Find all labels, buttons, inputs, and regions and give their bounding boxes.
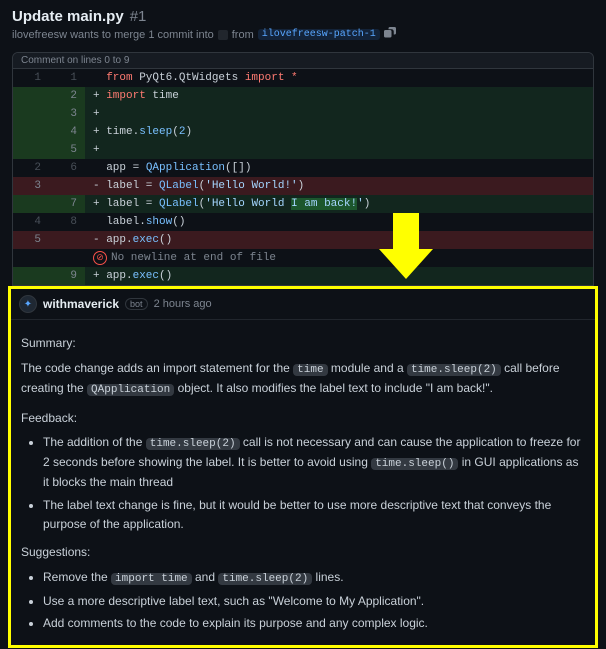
pr-title[interactable]: Update main.py (12, 8, 124, 25)
pr-number: #1 (130, 8, 147, 25)
comment-timestamp[interactable]: 2 hours ago (154, 298, 212, 310)
code-chip: import time (111, 573, 192, 585)
suggestions-label: Suggestions: (21, 543, 585, 562)
line-number-new[interactable]: 2 (49, 87, 85, 105)
code-cell[interactable]: app = QApplication([]) (85, 159, 593, 177)
diff-row[interactable]: 9+ app.exec() (13, 267, 593, 285)
diff-row[interactable]: 11 from PyQt6.QtWidgets import * (13, 69, 593, 87)
line-number-new[interactable]: 8 (49, 213, 85, 231)
line-number-new[interactable]: 4 (49, 123, 85, 141)
line-number-old[interactable] (13, 195, 49, 213)
code-chip: QApplication (87, 384, 174, 396)
no-newline-text: No newline at end of file (111, 249, 276, 267)
line-number-new[interactable]: 6 (49, 159, 85, 177)
code-cell[interactable]: + time.sleep(2) (85, 123, 593, 141)
line-number-new[interactable]: 9 (49, 267, 85, 285)
copy-icon[interactable] (384, 27, 396, 42)
line-number-old[interactable] (13, 87, 49, 105)
code-cell[interactable]: - app.exec() (85, 231, 593, 249)
merge-text-from: from (232, 29, 254, 41)
code-cell[interactable]: - label = QLabel('Hello World!') (85, 177, 593, 195)
suggestions-list: Remove the import time and time.sleep(2)… (43, 568, 585, 633)
list-item: Remove the import time and time.sleep(2)… (43, 568, 585, 588)
line-number-old[interactable]: 4 (13, 213, 49, 231)
diff-row[interactable]: 48 label.show() (13, 213, 593, 231)
diff-row[interactable]: 4+ time.sleep(2) (13, 123, 593, 141)
list-item: The label text change is fine, but it wo… (43, 496, 585, 533)
merge-description: ilovefreesw wants to merge 1 commit into… (12, 27, 594, 42)
comment-header: ✦ withmaverick bot 2 hours ago (11, 289, 595, 320)
pr-header: Update main.py #1 ilovefreesw wants to m… (0, 0, 606, 46)
annotation-arrow (379, 213, 433, 283)
code-cell[interactable]: + import time (85, 87, 593, 105)
code-chip: time.sleep(2) (407, 364, 501, 376)
line-number-new[interactable] (49, 231, 85, 249)
diff-table: 11 from PyQt6.QtWidgets import *2+ impor… (13, 69, 593, 285)
code-cell[interactable]: from PyQt6.QtWidgets import * (85, 69, 593, 87)
line-number-old[interactable]: 1 (13, 69, 49, 87)
code-cell[interactable]: label.show() (85, 213, 593, 231)
code-chip: time.sleep(2) (146, 438, 240, 450)
feedback-list: The addition of the time.sleep(2) call i… (43, 433, 585, 533)
summary-text: The code change adds an import statement… (21, 359, 585, 399)
merge-text-prefix: ilovefreesw wants to merge 1 commit into (12, 29, 214, 41)
diff-row[interactable]: 26 app = QApplication([]) (13, 159, 593, 177)
code-chip: time.sleep(2) (218, 573, 312, 585)
code-cell[interactable]: + app.exec() (85, 267, 593, 285)
line-number-new[interactable]: 1 (49, 69, 85, 87)
code-chip: time.sleep() (371, 458, 458, 470)
line-number-new[interactable] (49, 177, 85, 195)
feedback-label: Feedback: (21, 409, 585, 428)
diff-row[interactable]: ⊘ No newline at end of file (13, 249, 593, 267)
line-number-new[interactable]: 7 (49, 195, 85, 213)
comment-body: Summary: The code change adds an import … (11, 320, 595, 645)
bot-badge: bot (125, 298, 148, 310)
comment-author[interactable]: withmaverick (43, 297, 119, 311)
line-number-old[interactable]: 2 (13, 159, 49, 177)
no-newline-icon: ⊘ (93, 251, 107, 265)
line-number-old[interactable]: 3 (13, 177, 49, 195)
code-cell[interactable]: + (85, 105, 593, 123)
line-number-old[interactable] (13, 141, 49, 159)
diff-row[interactable]: 2+ import time (13, 87, 593, 105)
line-number-old[interactable] (13, 105, 49, 123)
list-item: The addition of the time.sleep(2) call i… (43, 433, 585, 492)
line-number-old[interactable] (13, 123, 49, 141)
summary-label: Summary: (21, 334, 585, 353)
line-number-old[interactable]: 5 (13, 231, 49, 249)
base-branch-chip[interactable] (218, 30, 228, 40)
code-cell[interactable]: + (85, 141, 593, 159)
code-cell[interactable]: + label = QLabel('Hello World I am back!… (85, 195, 593, 213)
diff-row[interactable]: 7+ label = QLabel('Hello World I am back… (13, 195, 593, 213)
diff-row[interactable]: 3 - label = QLabel('Hello World!') (13, 177, 593, 195)
code-chip: time (293, 364, 327, 376)
list-item: Use a more descriptive label text, such … (43, 592, 585, 611)
diff-row[interactable]: 5+ (13, 141, 593, 159)
comment-range-bar: Comment on lines 0 to 9 (13, 53, 593, 69)
diff-row[interactable]: 5 - app.exec() (13, 231, 593, 249)
line-number-new[interactable]: 5 (49, 141, 85, 159)
head-branch-chip[interactable]: ilovefreesw-patch-1 (258, 29, 380, 40)
line-number-new[interactable]: 3 (49, 105, 85, 123)
diff-view: Comment on lines 0 to 9 11 from PyQt6.Qt… (12, 52, 594, 286)
line-number-old[interactable] (13, 267, 49, 285)
avatar[interactable]: ✦ (19, 295, 37, 313)
review-comment: ✦ withmaverick bot 2 hours ago Summary: … (8, 286, 598, 648)
list-item: Add comments to the code to explain its … (43, 614, 585, 633)
diff-row[interactable]: 3+ (13, 105, 593, 123)
